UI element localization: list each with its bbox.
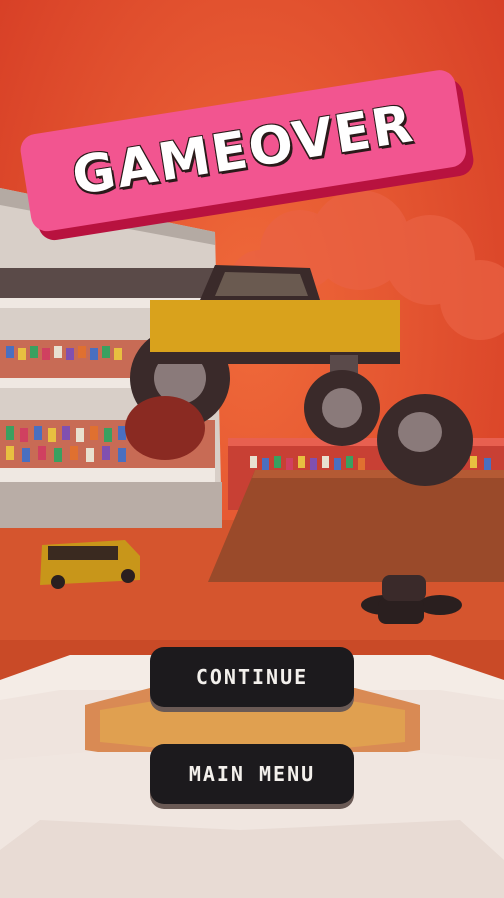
- parked-car: [40, 540, 140, 589]
- continue-button[interactable]: CONTINUE: [150, 647, 354, 707]
- main-menu-label: MAIN MENU: [188, 762, 316, 786]
- main-menu-button[interactable]: MAIN MENU: [150, 744, 354, 804]
- continue-label: CONTINUE: [195, 665, 309, 689]
- ramp: [208, 470, 504, 582]
